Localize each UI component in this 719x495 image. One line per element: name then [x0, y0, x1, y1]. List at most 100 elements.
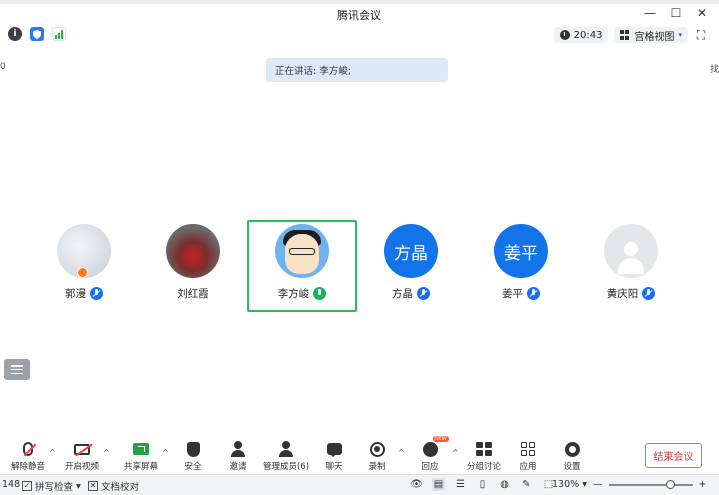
security-button[interactable]: 安全 — [177, 436, 209, 472]
manage-members-button[interactable]: 管理成员(6) — [262, 436, 310, 472]
mic-muted-icon — [527, 287, 540, 300]
participant-name: 方晶 — [392, 288, 413, 300]
maximize-button[interactable]: ☐ — [670, 6, 682, 20]
chat-button[interactable]: 聊天 — [318, 436, 350, 472]
document-status-bar: 148 ✓ 拼写检查 ▾ ✕ 文档校对 👁 ▤ ☰ ▯ ◍ ✎ ⬚ 130% ▾… — [0, 474, 719, 495]
window-title: 腾讯会议 — [337, 9, 381, 22]
tencent-meeting-window: 腾讯会议 — ☐ ✕ i 20:43 宫格视图 ▾ ⛶ 0 找 正在讲话: 李方… — [0, 0, 719, 495]
participant-name: 姜平 — [502, 288, 523, 300]
meeting-timer[interactable]: 20:43 — [553, 27, 609, 43]
page-view-icon[interactable]: ▤ — [432, 478, 445, 491]
outline-view-icon[interactable]: ☰ — [454, 478, 467, 491]
participant-name: 黄庆阳 — [606, 288, 639, 300]
zoom-in-button[interactable]: + — [699, 479, 707, 490]
share-options-caret[interactable]: ^ — [162, 448, 169, 457]
participant-tile[interactable]: 姜平 姜平 — [467, 220, 575, 310]
avatar — [166, 224, 220, 278]
audio-options-caret[interactable]: ^ — [49, 448, 56, 457]
info-icon[interactable]: i — [8, 27, 22, 41]
avatar — [604, 224, 658, 278]
reaction-icon — [422, 441, 438, 457]
meeting-time: 20:43 — [573, 29, 603, 41]
window-controls: — ☐ ✕ — [644, 6, 708, 20]
participant-list-toggle[interactable] — [4, 359, 30, 380]
web-view-icon[interactable]: ◍ — [498, 478, 511, 491]
participant-tile[interactable]: 方晶 方晶 — [357, 220, 465, 310]
chevron-down-icon: ▾ — [678, 31, 682, 39]
gear-icon — [564, 441, 580, 457]
close-button[interactable]: ✕ — [696, 6, 708, 20]
zoom-slider-handle[interactable] — [665, 479, 675, 489]
view-mode-icons: 👁 ▤ ☰ ▯ ◍ ✎ ⬚ — [410, 478, 555, 491]
zoom-out-button[interactable]: — — [593, 479, 603, 490]
view-mode-label: 宫格视图 — [634, 31, 675, 43]
zoom-level[interactable]: 130% ▾ — [552, 479, 587, 490]
participant-name: 刘红霞 — [177, 288, 209, 300]
read-view-icon[interactable]: ▯ — [476, 478, 489, 491]
unmute-button[interactable]: 解除静音 — [10, 436, 46, 472]
background-app-right-edge: 找 — [709, 65, 719, 75]
record-icon — [369, 441, 385, 457]
participant-tile[interactable]: 黄庆阳 — [577, 220, 685, 310]
reactions-options-caret[interactable]: ^ — [452, 448, 459, 457]
view-mode-selector[interactable]: 宫格视图 ▾ — [614, 27, 688, 43]
meeting-top-right: 20:43 宫格视图 ▾ ⛶ — [553, 27, 708, 43]
meeting-top-bar: i 20:43 宫格视图 ▾ ⛶ — [4, 26, 714, 46]
shield-icon[interactable] — [30, 27, 44, 41]
apps-icon — [520, 441, 536, 457]
breakout-rooms-button[interactable]: 分组讨论 — [464, 436, 504, 472]
chat-icon — [326, 443, 342, 457]
new-badge: NEW — [433, 436, 449, 442]
minimize-button[interactable]: — — [644, 6, 656, 20]
default-user-icon — [616, 242, 646, 278]
start-video-button[interactable]: 开启视频 — [64, 436, 100, 472]
settings-button[interactable]: 设置 — [556, 436, 588, 472]
camera-off-icon — [74, 443, 90, 455]
avatar: 姜平 — [494, 224, 548, 278]
reactions-button[interactable]: NEW 回应 — [414, 436, 449, 472]
close-box-icon: ✕ — [88, 481, 98, 491]
share-screen-button[interactable]: 共享屏幕 — [123, 436, 159, 472]
background-app-left-edge: 0 — [0, 62, 6, 72]
participant-grid: 郭漫 刘红霞 李方峻 方晶 方晶 姜平 姜平 黄庆阳 — [0, 220, 719, 315]
list-icon — [11, 365, 23, 374]
fullscreen-icon[interactable]: ⛶ — [694, 28, 708, 42]
word-count[interactable]: 148 — [2, 479, 20, 490]
eye-icon[interactable]: 👁 — [410, 478, 423, 491]
participant-name: 郭漫 — [65, 288, 86, 300]
meeting-toolbar: 解除静音 ^ 开启视频 ^ 共享屏幕 ^ 安全 邀请 管理成员(6) 聊天 录制… — [0, 436, 719, 472]
spell-check-toggle[interactable]: ✓ 拼写检查 ▾ — [22, 479, 81, 493]
mic-muted-icon — [642, 287, 656, 300]
breakout-icon — [476, 442, 492, 456]
grid-view-icon — [620, 30, 630, 40]
clock-icon — [559, 30, 570, 40]
host-badge-icon — [77, 267, 88, 278]
end-meeting-button[interactable]: 结束会议 — [645, 443, 702, 468]
members-icon — [278, 441, 294, 457]
mic-muted-icon — [417, 287, 430, 300]
apps-button[interactable]: 应用 — [512, 436, 544, 472]
participant-tile[interactable]: 刘红霞 — [139, 220, 247, 310]
invite-button[interactable]: 邀请 — [222, 436, 254, 472]
mic-muted-icon — [90, 287, 103, 300]
record-options-caret[interactable]: ^ — [398, 448, 405, 457]
active-speaker-frame — [247, 220, 357, 312]
pen-icon[interactable]: ✎ — [520, 478, 533, 491]
record-button[interactable]: 录制 — [361, 436, 393, 472]
document-proofread-toggle[interactable]: ✕ 文档校对 — [88, 479, 139, 493]
signal-strength-icon[interactable] — [52, 27, 66, 41]
participant-tile[interactable]: 郭漫 — [30, 220, 138, 310]
zoom-controls: — + — [593, 479, 706, 490]
add-person-icon — [230, 441, 246, 457]
avatar: 方晶 — [384, 224, 438, 278]
speaking-indicator-banner: 正在讲话: 李方峻; — [266, 58, 448, 82]
checkbox-checked-icon: ✓ — [22, 481, 32, 491]
share-screen-icon — [133, 443, 149, 455]
zoom-slider[interactable] — [608, 479, 693, 489]
shield-icon — [186, 441, 200, 457]
title-bar: 腾讯会议 — ☐ ✕ — [4, 4, 714, 24]
meeting-status-icons: i — [8, 27, 66, 41]
video-options-caret[interactable]: ^ — [103, 448, 110, 457]
speaking-text: 正在讲话: 李方峻; — [275, 66, 351, 77]
mic-off-icon — [23, 442, 33, 456]
